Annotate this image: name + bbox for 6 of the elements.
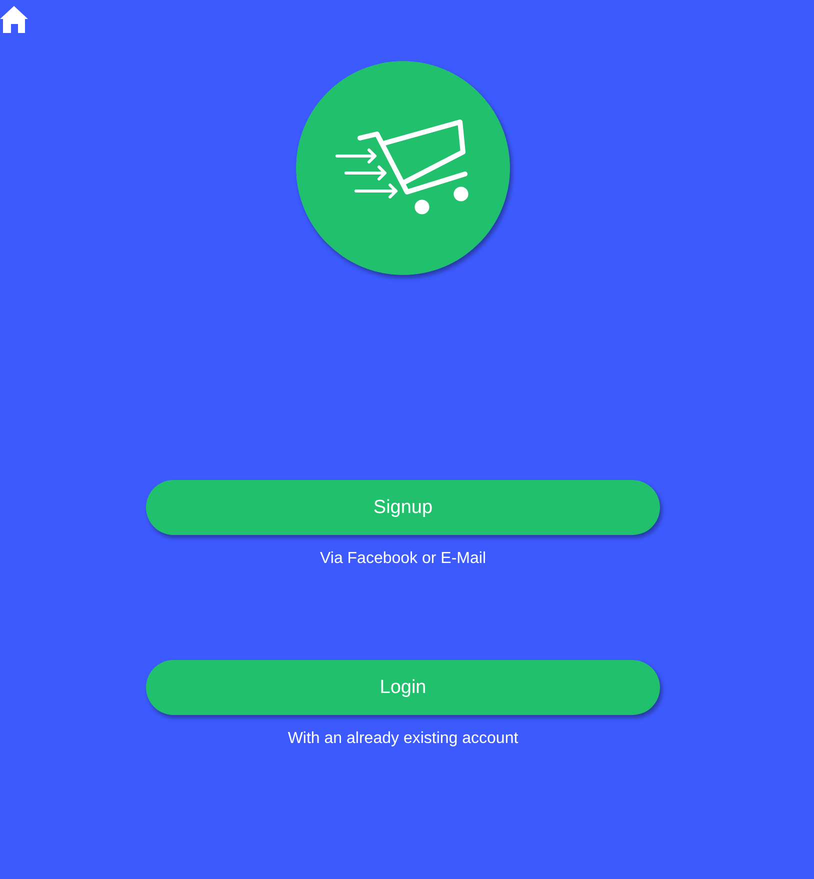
button-caption: With an already existing account — [288, 730, 518, 748]
shopping-cart-logo-icon — [296, 61, 510, 275]
home-icon[interactable] — [0, 6, 28, 33]
signup-button[interactable]: Signup — [146, 480, 660, 535]
button-caption: Via Facebook or E-Mail — [320, 550, 486, 568]
login-button[interactable]: Login — [146, 660, 660, 715]
